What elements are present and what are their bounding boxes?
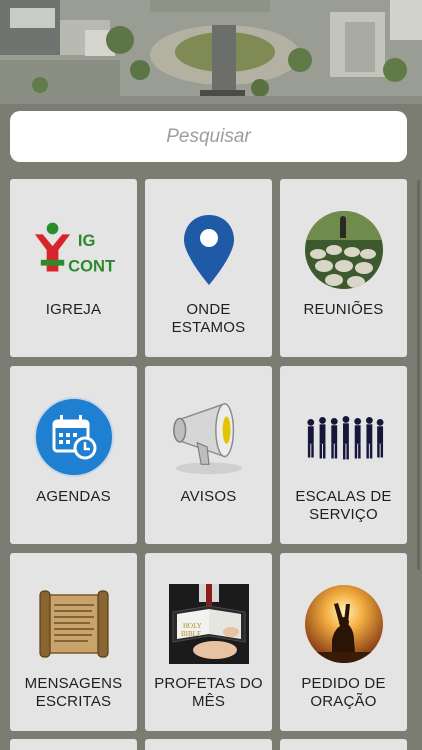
tile-agendas[interactable]: AGENDAS bbox=[10, 366, 137, 544]
tile-igreja[interactable]: IG CONT IGREJA bbox=[10, 179, 137, 357]
header-city-photo bbox=[0, 0, 422, 104]
tile-label: ONDE ESTAMOS bbox=[171, 301, 246, 336]
svg-text:IG: IG bbox=[77, 231, 95, 250]
search-input[interactable] bbox=[10, 124, 407, 149]
tile-reunioes[interactable]: REUNIÕES bbox=[280, 179, 407, 357]
svg-text:HOLY: HOLY bbox=[183, 622, 202, 630]
scroll-icon bbox=[33, 583, 115, 665]
flock-sheep-icon bbox=[303, 209, 385, 291]
tile-label: AGENDAS bbox=[36, 488, 111, 505]
scrollbar[interactable] bbox=[417, 180, 420, 570]
tile-escalas-de-servico[interactable]: ESCALAS DE SERVIÇO bbox=[280, 366, 407, 544]
tile-partial[interactable] bbox=[10, 739, 137, 750]
tile-label: PEDIDO DE ORAÇÃO bbox=[301, 675, 386, 710]
svg-text:BIBLE: BIBLE bbox=[181, 630, 201, 638]
calendar-clock-icon bbox=[33, 396, 115, 478]
tile-pedido-de-oracao[interactable]: PEDIDO DE ORAÇÃO bbox=[280, 553, 407, 731]
people-silhouettes-icon bbox=[303, 396, 385, 478]
megaphone-icon bbox=[168, 396, 250, 478]
tile-mensagens-escritas[interactable]: MENSAGENS ESCRITAS bbox=[10, 553, 137, 731]
search-bar[interactable] bbox=[10, 111, 407, 162]
praying-person-icon bbox=[303, 583, 385, 665]
church-logo-icon: IG CONT bbox=[33, 209, 115, 291]
tile-label: ESCALAS DE SERVIÇO bbox=[295, 488, 392, 523]
next-row-tiles bbox=[10, 739, 407, 750]
menu-grid: IG CONT IGREJA ONDE ESTAMOS REUNIÕES AGE… bbox=[10, 179, 407, 731]
tile-partial[interactable] bbox=[145, 739, 272, 750]
tile-partial[interactable] bbox=[280, 739, 407, 750]
svg-text:CONT: CONT bbox=[68, 256, 115, 275]
tile-label: PROFETAS DO MÊS bbox=[154, 675, 263, 710]
map-pin-icon bbox=[168, 209, 250, 291]
tile-label: AVISOS bbox=[180, 488, 237, 505]
tile-label: IGREJA bbox=[45, 301, 102, 318]
tile-label: MENSAGENS ESCRITAS bbox=[24, 675, 123, 710]
tile-onde-estamos[interactable]: ONDE ESTAMOS bbox=[145, 179, 272, 357]
tile-label: REUNIÕES bbox=[303, 301, 384, 318]
tile-profetas-do-mes[interactable]: HOLY BIBLE PROFETAS DO MÊS bbox=[145, 553, 272, 731]
tile-avisos[interactable]: AVISOS bbox=[145, 366, 272, 544]
bible-reading-icon: HOLY BIBLE bbox=[168, 583, 250, 665]
